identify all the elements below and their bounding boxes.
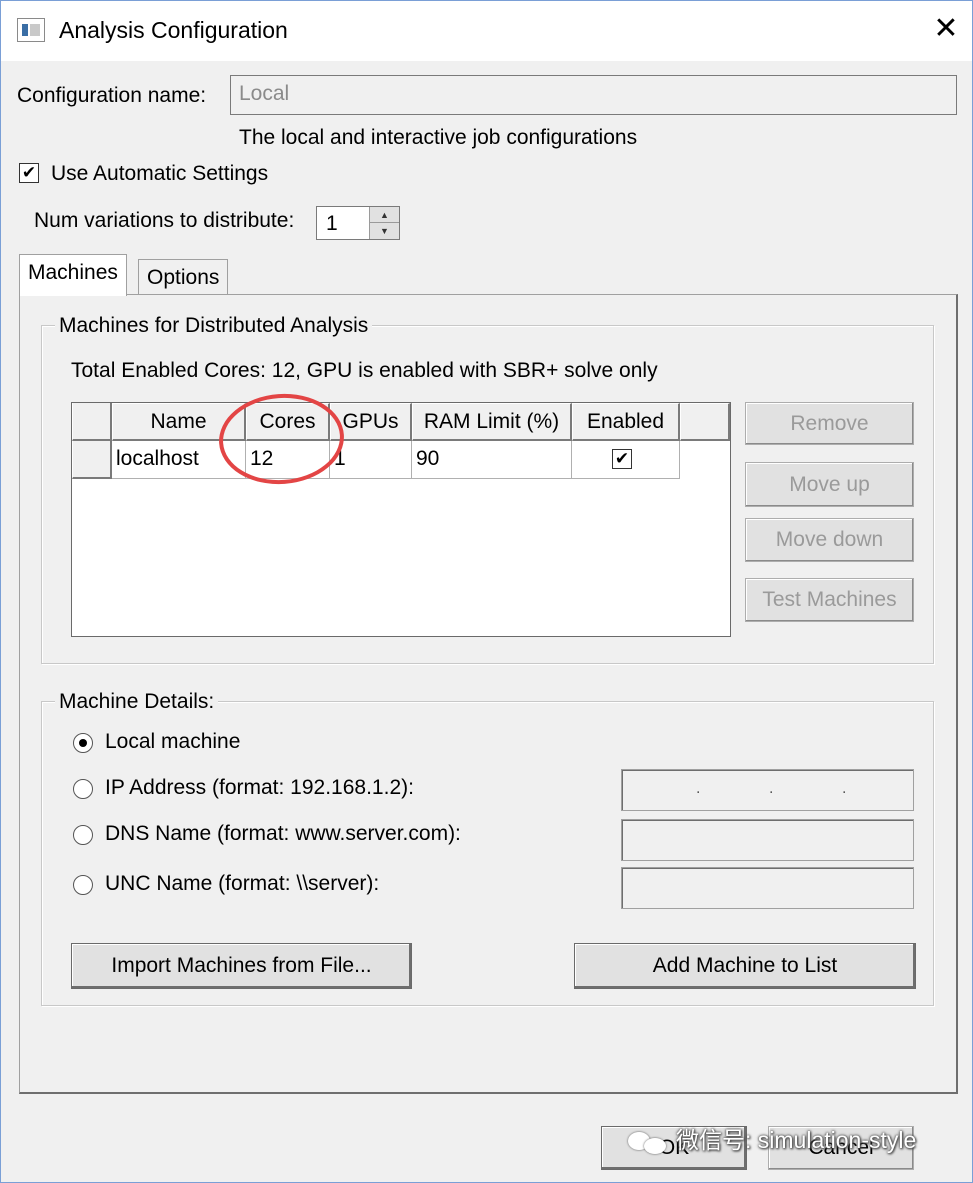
cell-ram-limit[interactable]: 90 [412, 441, 572, 479]
watermark-text: 微信号: simulation-style [676, 1127, 917, 1153]
dns-name-radio[interactable] [73, 825, 93, 845]
unc-name-label: UNC Name (format: \\server): [105, 872, 380, 895]
use-automatic-settings-checkbox[interactable]: ✔ [19, 163, 39, 183]
spin-down-arrow-icon[interactable]: ▼ [369, 223, 399, 239]
tab-machines[interactable]: Machines [19, 254, 127, 296]
configuration-name-label: Configuration name: [17, 84, 207, 107]
machines-table: Name Cores GPUs RAM Limit (%) Enabled lo… [71, 402, 731, 637]
table-corner-header [72, 403, 112, 441]
watermark: 微信号: simulation-style [628, 1121, 916, 1155]
ip-dot: . [696, 780, 701, 797]
ip-address-radio[interactable] [73, 779, 93, 799]
machine-details-group-label: Machine Details: [55, 690, 219, 714]
machines-group-label: Machines for Distributed Analysis [55, 314, 373, 338]
column-header-name[interactable]: Name [112, 403, 246, 441]
column-header-ram-limit[interactable]: RAM Limit (%) [412, 403, 572, 441]
configuration-description: The local and interactive job configurat… [239, 126, 638, 149]
test-machines-button[interactable]: Test Machines [745, 578, 914, 622]
ip-dot: . [842, 780, 847, 797]
local-machine-label: Local machine [105, 730, 241, 753]
analysis-configuration-window: Analysis Configuration ✕ Configuration n… [0, 0, 973, 1183]
ip-address-field[interactable]: . . . [621, 769, 914, 811]
move-down-button[interactable]: Move down [745, 518, 914, 562]
local-machine-radio[interactable] [73, 733, 93, 753]
num-variations-spinner[interactable]: 1 ▲ ▼ [316, 206, 400, 240]
column-header-cores[interactable]: Cores [246, 403, 330, 441]
remove-button[interactable]: Remove [745, 402, 914, 445]
cell-name[interactable]: localhost [112, 441, 246, 479]
dns-name-field[interactable] [621, 819, 914, 861]
num-variations-value: 1 [326, 212, 338, 235]
cell-enabled: ✔ [572, 441, 680, 479]
close-icon[interactable]: ✕ [931, 13, 961, 45]
unc-name-field[interactable] [621, 867, 914, 909]
window-title: Analysis Configuration [59, 17, 288, 43]
cell-gpus[interactable]: 1 [330, 441, 412, 479]
column-header-enabled[interactable]: Enabled [572, 403, 680, 441]
ip-dot: . [769, 780, 774, 797]
unc-name-radio[interactable] [73, 875, 93, 895]
cell-cores[interactable]: 12 [246, 441, 330, 479]
move-up-button[interactable]: Move up [745, 462, 914, 507]
use-automatic-settings-label: Use Automatic Settings [51, 162, 269, 185]
enabled-checkbox[interactable]: ✔ [612, 449, 632, 469]
tab-options[interactable]: Options [138, 259, 229, 297]
num-variations-label: Num variations to distribute: [34, 209, 295, 232]
ip-address-label: IP Address (format: 192.168.1.2): [105, 776, 414, 799]
app-icon [17, 18, 45, 42]
enabled-cores-summary: Total Enabled Cores: 12, GPU is enabled … [71, 359, 658, 382]
import-machines-button[interactable]: Import Machines from File... [71, 943, 412, 989]
add-machine-button[interactable]: Add Machine to List [574, 943, 916, 989]
column-header-gpus[interactable]: GPUs [330, 403, 412, 441]
configuration-name-field[interactable]: Local [230, 75, 957, 115]
row-header[interactable] [72, 441, 112, 479]
column-header-filler [680, 403, 730, 441]
dns-name-label: DNS Name (format: www.server.com): [105, 822, 461, 845]
wechat-icon [628, 1130, 670, 1154]
spin-up-arrow-icon[interactable]: ▲ [369, 207, 399, 223]
